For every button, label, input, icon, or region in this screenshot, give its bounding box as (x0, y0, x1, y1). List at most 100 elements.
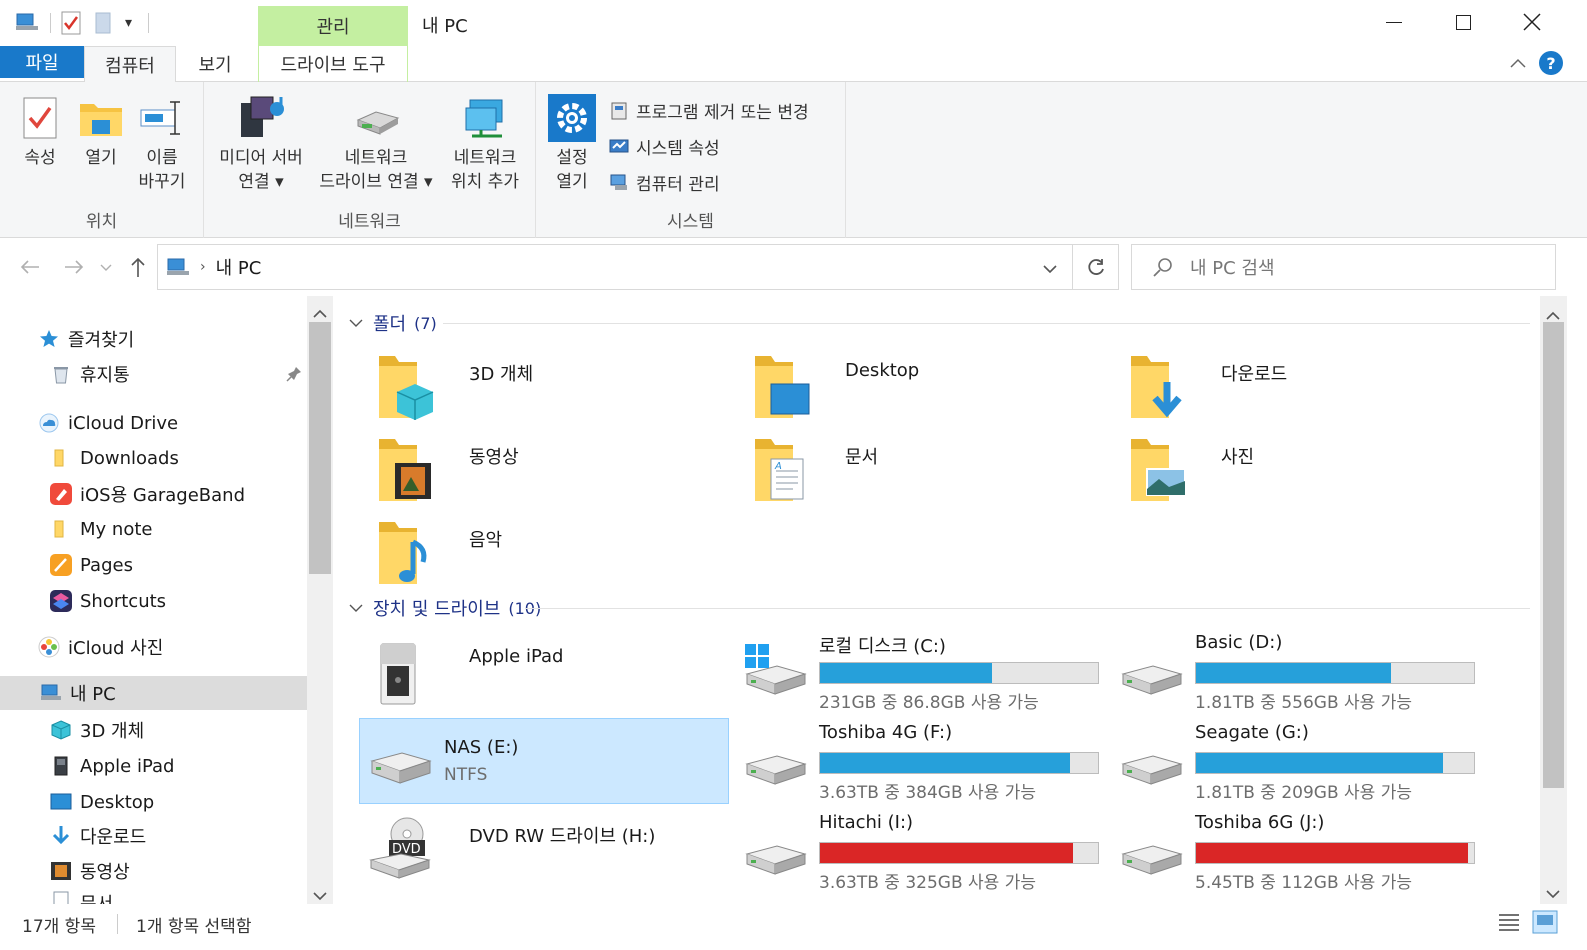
folder-documents[interactable]: A 문서 (735, 431, 1105, 511)
tab-file[interactable]: 파일 (0, 46, 84, 78)
drive-tile[interactable]: Basic (D:) 1.81TB 중 556GB 사용 가능 (1111, 628, 1481, 714)
breadcrumb-this-pc[interactable]: 내 PC (216, 254, 262, 280)
system-properties-button[interactable]: 시스템 속성 (608, 130, 720, 162)
nav-item-shortcuts[interactable]: Shortcuts (50, 584, 166, 618)
breadcrumb-separator-icon[interactable]: › (200, 259, 206, 275)
folder-videos[interactable]: 동영상 (359, 431, 729, 511)
chevron-down-icon (349, 319, 363, 327)
add-network-location-button[interactable]: 네트워크 위치 추가 (440, 92, 530, 194)
tab-computer[interactable]: 컴퓨터 (84, 46, 176, 83)
forward-button[interactable] (58, 252, 90, 282)
network-group-label: 네트워크 (338, 212, 401, 232)
refresh-icon (1087, 259, 1104, 275)
search-box[interactable]: 내 PC 검색 (1131, 244, 1556, 290)
content-scrollbar[interactable] (1540, 296, 1567, 904)
recycle-bin-icon (50, 363, 72, 385)
nav-item-favorites[interactable]: 즐겨찾기 (38, 322, 134, 356)
address-history-dropdown-icon[interactable] (1042, 259, 1058, 280)
drive-usage-bar (819, 662, 1099, 684)
title-bar: ▾ 관리 내 PC (0, 0, 1587, 46)
details-view-button[interactable] (1497, 912, 1521, 937)
nav-item-documents[interactable]: 문서 (50, 890, 113, 904)
up-button[interactable] (122, 252, 154, 282)
navigation-scrollbar[interactable] (307, 296, 333, 904)
content-scrollbar-thumb[interactable] (1543, 322, 1564, 788)
selected-count: 1개 항목 선택함 (136, 917, 252, 937)
this-pc-icon (40, 682, 62, 704)
new-folder-qat-icon[interactable] (95, 11, 115, 35)
documents-folder-icon: A (755, 439, 804, 501)
rename-button[interactable]: 이름 바꾸기 (134, 92, 190, 194)
folders-section-header[interactable]: 폴더 (7) (349, 308, 437, 338)
drive-usage-fill (1196, 753, 1444, 773)
nav-item-pages[interactable]: Pages (50, 548, 133, 582)
nav-item-desktop[interactable]: Desktop (50, 785, 154, 819)
uninstall-program-button[interactable]: 프로그램 제거 또는 변경 (608, 94, 809, 126)
drive-dvd-h[interactable]: DVD DVD RW 드라이브 (H:) (359, 810, 729, 896)
address-bar[interactable]: › 내 PC (157, 244, 1073, 290)
drive-name: Toshiba 6G (J:) (1195, 812, 1325, 833)
nav-item-icloud-drive[interactable]: iCloud Drive (38, 406, 178, 440)
ribbon: 속성 열기 이름 바꾸기 위치 미디어 서버 연결 ▾ 네트워크 드라이브 연결… (0, 82, 1587, 238)
network-drive-icon (352, 92, 400, 144)
drive-tile[interactable]: Toshiba 4G (F:) 3.63TB 중 384GB 사용 가능 (735, 718, 1105, 804)
location-group: 속성 열기 이름 바꾸기 위치 (0, 82, 204, 238)
collapse-ribbon-icon[interactable] (1508, 54, 1528, 78)
nav-item-my-note[interactable]: My note (50, 512, 152, 546)
folder-pictures[interactable]: 사진 (1111, 431, 1481, 511)
scroll-down-icon[interactable] (1546, 884, 1560, 903)
nav-item-videos[interactable]: 동영상 (50, 854, 130, 888)
scroll-down-icon[interactable] (313, 886, 327, 904)
nav-item-this-pc[interactable]: 내 PC (0, 676, 307, 710)
windows-drive-icon (745, 644, 807, 695)
recent-locations-button[interactable] (94, 252, 118, 282)
navigation-scrollbar-thumb[interactable] (309, 322, 331, 574)
drive-nas-e[interactable]: NAS (E:) NTFS (359, 718, 729, 804)
maximize-button[interactable] (1428, 0, 1498, 44)
folder-downloads[interactable]: 다운로드 (1111, 348, 1481, 428)
hard-drive-icon (1121, 845, 1183, 875)
drive-tile[interactable]: Toshiba 6G (J:) 5.45TB 중 112GB 사용 가능 (1111, 808, 1481, 894)
open-settings-button[interactable]: 설정 열기 (546, 92, 598, 194)
drive-tile[interactable]: 로컬 디스크 (C:) 231GB 중 86.8GB 사용 가능 (735, 628, 1105, 714)
close-button[interactable] (1497, 0, 1567, 44)
computer-management-button[interactable]: 컴퓨터 관리 (608, 166, 720, 198)
customize-qat-dropdown-icon[interactable]: ▾ (125, 15, 132, 31)
item-count: 17개 항목 (22, 917, 96, 937)
help-icon[interactable]: ? (1539, 51, 1563, 75)
nav-item-icloud-photos[interactable]: iCloud 사진 (38, 630, 163, 664)
drive-usage-bar (1195, 662, 1475, 684)
search-icon (1153, 258, 1172, 277)
drives-section-header[interactable]: 장치 및 드라이브 (10) (349, 593, 541, 623)
drive-tile[interactable]: Seagate (G:) 1.81TB 중 209GB 사용 가능 (1111, 718, 1481, 804)
nav-item-pc-downloads[interactable]: 다운로드 (50, 819, 146, 853)
hard-drive-icon (1121, 755, 1183, 785)
scroll-up-icon[interactable] (313, 304, 327, 323)
open-button[interactable]: 열기 (76, 92, 126, 170)
3d-objects-icon (50, 719, 72, 741)
tab-view[interactable]: 보기 (176, 46, 254, 82)
nav-item-garageband[interactable]: iOS용 GarageBand (50, 477, 245, 511)
nav-item-apple-ipad[interactable]: Apple iPad (50, 749, 174, 783)
tab-drive-tools[interactable]: 드라이브 도구 (258, 46, 408, 82)
large-icons-view-button[interactable] (1532, 910, 1558, 939)
folder-3d-objects[interactable]: 3D 개체 (359, 348, 729, 428)
folder-music[interactable]: 음악 (359, 514, 729, 594)
map-network-drive-button[interactable]: 네트워크 드라이브 연결 ▾ (312, 92, 440, 194)
properties-qat-icon[interactable] (61, 11, 85, 35)
star-icon (38, 328, 60, 350)
drive-free-space: 1.81TB 중 556GB 사용 가능 (1195, 693, 1412, 713)
properties-button[interactable]: 속성 (16, 92, 64, 170)
media-server-button[interactable]: 미디어 서버 연결 ▾ (210, 92, 312, 194)
nav-item-recycle-bin[interactable]: 휴지통 (50, 357, 130, 391)
pin-icon[interactable] (286, 366, 302, 386)
minimize-button[interactable] (1359, 0, 1429, 44)
nav-item-downloads[interactable]: Downloads (50, 441, 179, 475)
refresh-button[interactable] (1073, 244, 1119, 290)
back-button[interactable] (14, 252, 46, 282)
drive-tile[interactable]: Hitachi (I:) 3.63TB 중 325GB 사용 가능 (735, 808, 1105, 894)
device-apple-ipad[interactable]: Apple iPad (359, 636, 729, 722)
drive-free-space: 5.45TB 중 112GB 사용 가능 (1195, 873, 1412, 893)
nav-item-3d-objects[interactable]: 3D 개체 (50, 713, 144, 747)
folder-desktop[interactable]: Desktop (735, 348, 1105, 428)
